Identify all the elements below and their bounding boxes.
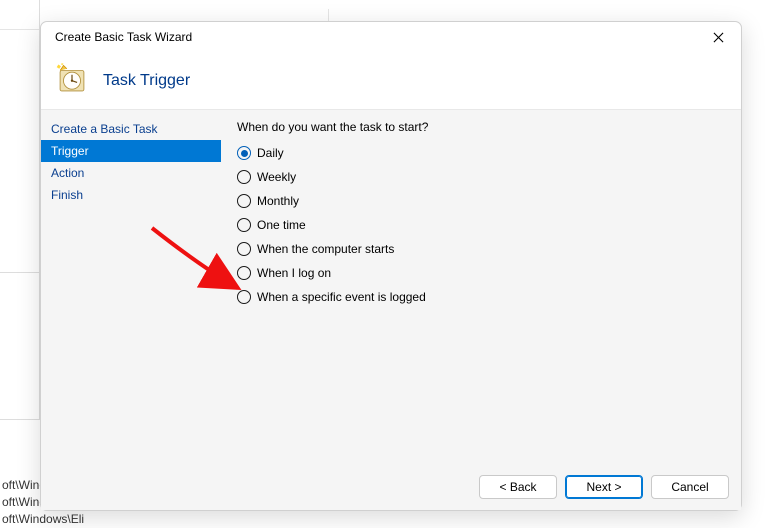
clock-icon	[55, 62, 93, 100]
radio-icon	[237, 194, 251, 208]
wizard-footer: < Back Next > Cancel	[41, 464, 741, 510]
option-label: When I log on	[257, 266, 331, 280]
option-label: Weekly	[257, 170, 296, 184]
content-pane: When do you want the task to start? Dail…	[221, 110, 741, 464]
option-when-i-log-on[interactable]: When I log on	[237, 266, 725, 280]
option-specific-event[interactable]: When a specific event is logged	[237, 290, 725, 304]
wizard-header: Task Trigger	[41, 52, 741, 110]
radio-icon	[237, 146, 251, 160]
wizard-dialog: Create Basic Task Wizard Task Trigger Cr…	[40, 21, 742, 511]
wizard-body: Create a Basic Task Trigger Action Finis…	[41, 110, 741, 464]
option-weekly[interactable]: Weekly	[237, 170, 725, 184]
next-button[interactable]: Next >	[565, 475, 643, 499]
window-title: Create Basic Task Wizard	[55, 30, 703, 44]
option-monthly[interactable]: Monthly	[237, 194, 725, 208]
option-when-computer-starts[interactable]: When the computer starts	[237, 242, 725, 256]
close-icon	[713, 32, 724, 43]
radio-icon	[237, 218, 251, 232]
radio-icon	[237, 170, 251, 184]
close-button[interactable]	[703, 25, 733, 49]
cancel-button[interactable]: Cancel	[651, 475, 729, 499]
radio-icon	[237, 242, 251, 256]
step-create-basic-task[interactable]: Create a Basic Task	[41, 118, 221, 140]
back-button[interactable]: < Back	[479, 475, 557, 499]
option-label: Daily	[257, 146, 284, 160]
option-label: When a specific event is logged	[257, 290, 426, 304]
trigger-question: When do you want the task to start?	[237, 120, 725, 134]
option-label: When the computer starts	[257, 242, 394, 256]
option-one-time[interactable]: One time	[237, 218, 725, 232]
trigger-options: Daily Weekly Monthly One time When the c…	[237, 146, 725, 304]
option-label: One time	[257, 218, 306, 232]
titlebar: Create Basic Task Wizard	[41, 22, 741, 52]
step-finish[interactable]: Finish	[41, 184, 221, 206]
step-action[interactable]: Action	[41, 162, 221, 184]
option-label: Monthly	[257, 194, 299, 208]
bg-row: oft\Windows\Eli	[2, 511, 118, 528]
page-title: Task Trigger	[103, 72, 190, 90]
step-list: Create a Basic Task Trigger Action Finis…	[41, 110, 221, 464]
radio-icon	[237, 290, 251, 304]
radio-icon	[237, 266, 251, 280]
step-trigger[interactable]: Trigger	[41, 140, 221, 162]
option-daily[interactable]: Daily	[237, 146, 725, 160]
